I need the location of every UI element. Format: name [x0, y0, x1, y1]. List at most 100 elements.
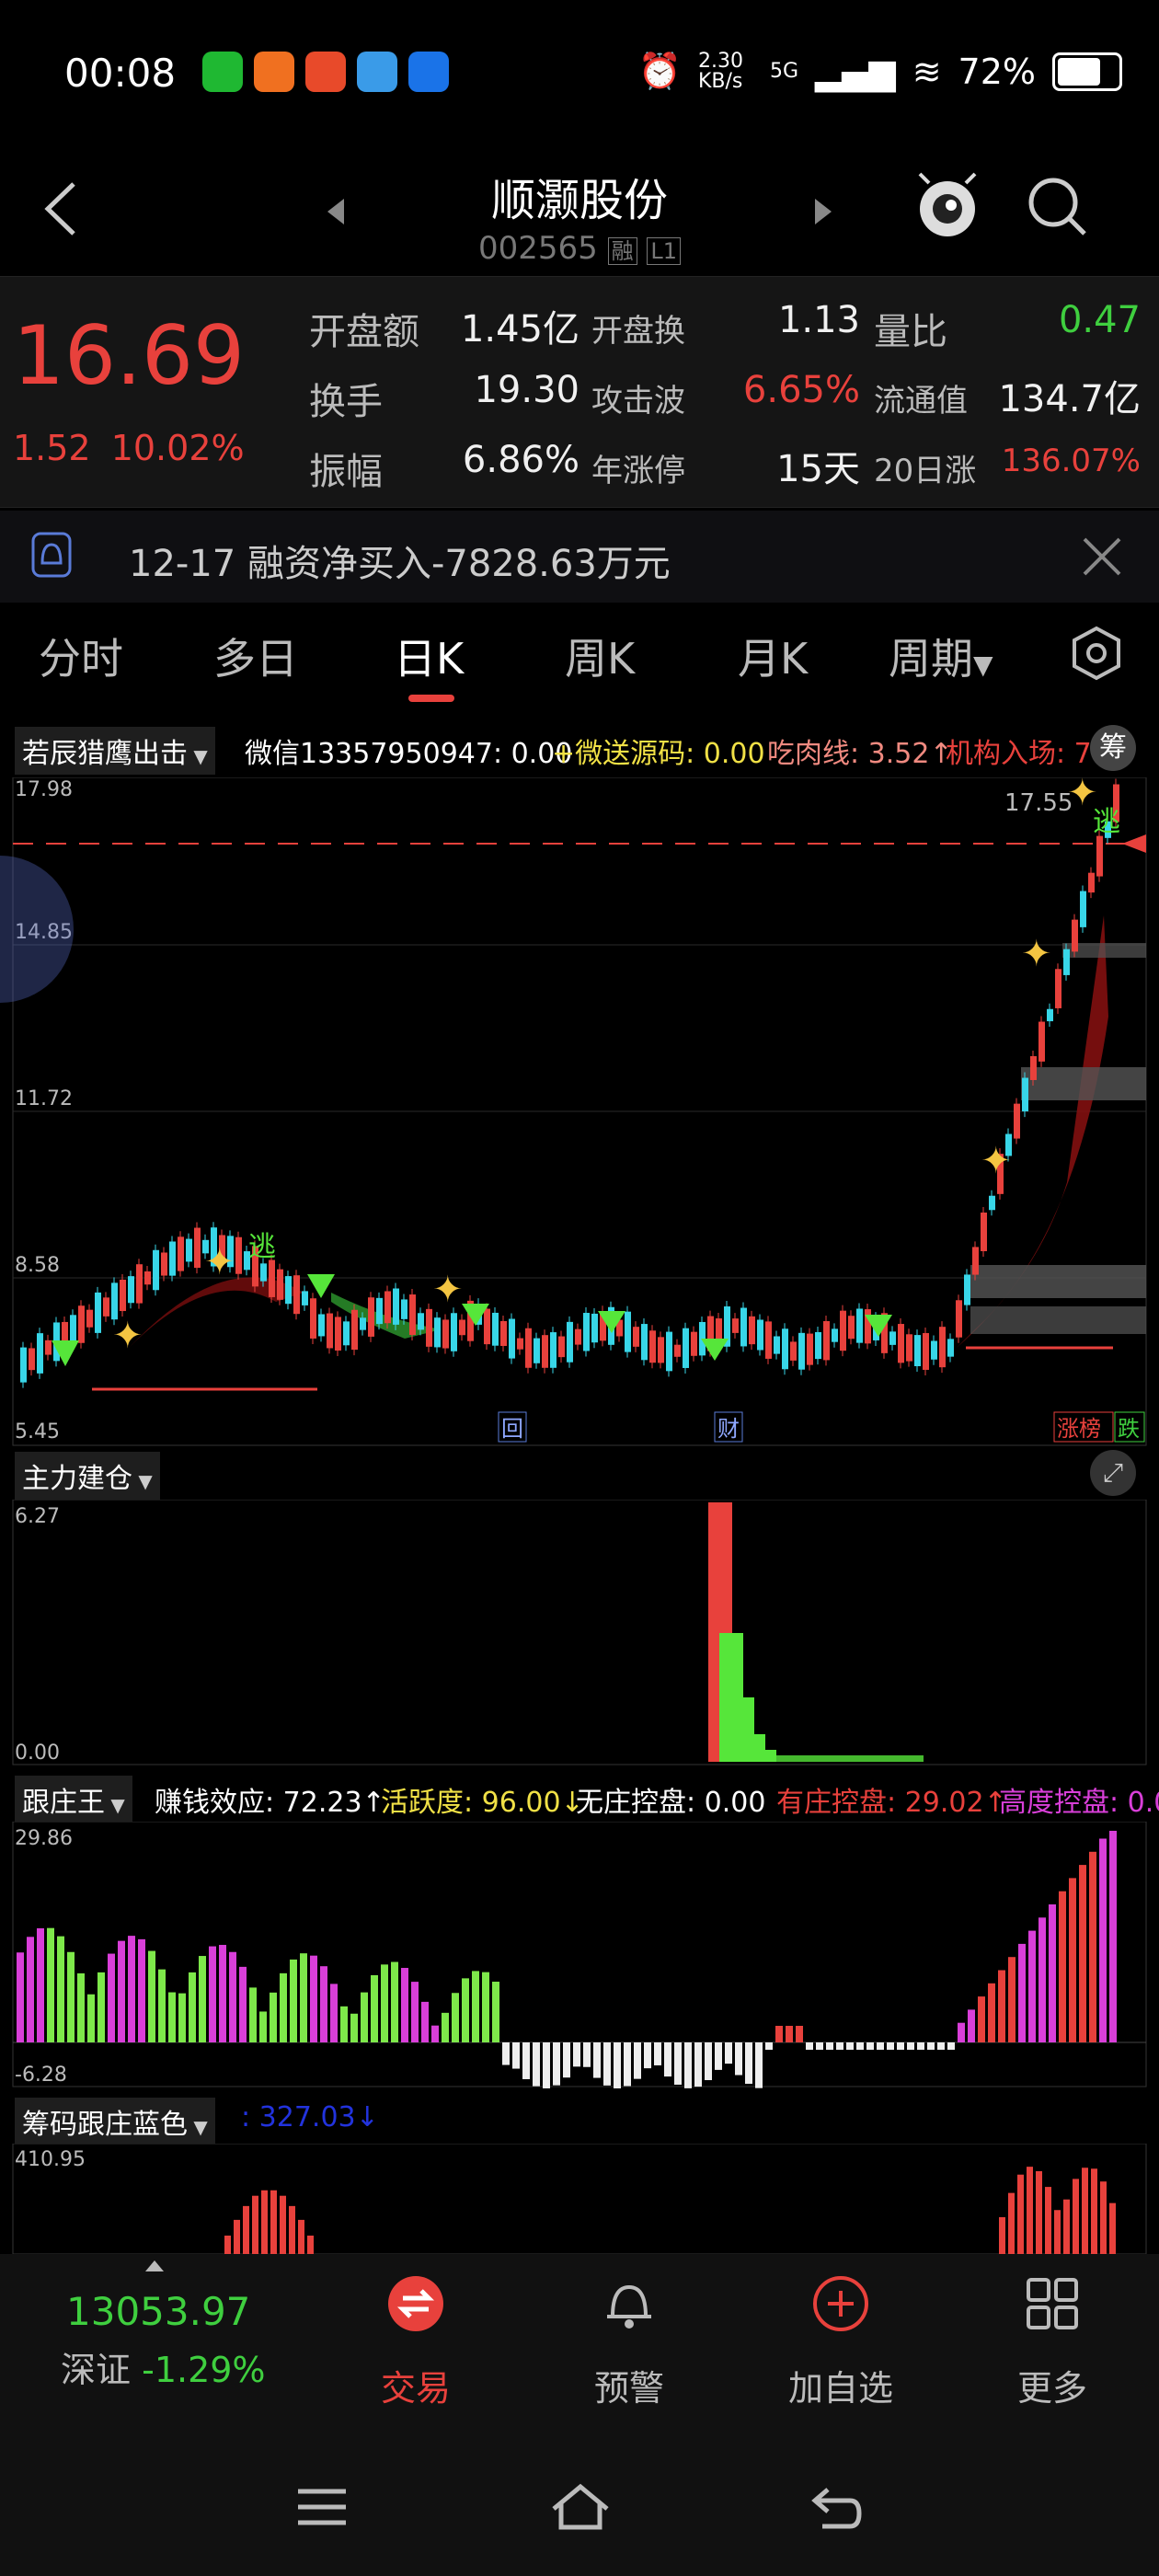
- menu-icon[interactable]: [294, 2484, 350, 2530]
- margin-badge: 融: [607, 237, 637, 265]
- candle-body: [78, 1305, 85, 1343]
- chips-button[interactable]: 筹: [1090, 725, 1136, 771]
- dealer-bar: [624, 2042, 631, 2087]
- candle-body: [823, 1321, 830, 1361]
- panel4-selector[interactable]: 筹码跟庄蓝色 ▼: [15, 2098, 215, 2145]
- nav-add-watchlist[interactable]: 加自选: [767, 2360, 914, 2410]
- dealer-bar: [917, 2042, 924, 2050]
- tab-weekly-k[interactable]: 周K: [565, 626, 635, 686]
- dealer-bar: [67, 1951, 75, 2042]
- nav-trade[interactable]: 交易: [342, 2360, 489, 2410]
- candle-body: [749, 1316, 755, 1345]
- dealer-bar: [816, 2042, 823, 2050]
- dealer-bar: [371, 1974, 378, 2042]
- indicator-selector[interactable]: 若辰猎鹰出击 ▼: [15, 727, 215, 775]
- candle-body: [86, 1309, 93, 1328]
- tab-period[interactable]: 周期▼: [889, 626, 993, 686]
- tab-multiday[interactable]: 多日: [213, 626, 298, 686]
- add-watchlist-icon[interactable]: [811, 2274, 870, 2333]
- notice-text[interactable]: 12-17 融资净买入-7828.63万元: [129, 534, 671, 587]
- dealer-bar: [239, 1966, 247, 2042]
- indicator-value-3: 吃肉线: 3.52↑: [767, 738, 953, 770]
- bell-notice-icon: [31, 532, 72, 578]
- candlestick-chart[interactable]: ✦ ✦ ✦ ✦ ✦ ✦ 逃 逃 17.98 14.85 11.72 8.58 5…: [0, 777, 1159, 1449]
- tab-period-label: 周期: [889, 634, 973, 684]
- dealer-bar: [138, 1938, 145, 2042]
- panel3-selector[interactable]: 跟庄王 ▼: [15, 1776, 132, 1823]
- bell-icon[interactable]: [600, 2274, 659, 2333]
- dealer-bar: [361, 1992, 368, 2042]
- bar-green: [719, 1633, 743, 1762]
- trade-icon[interactable]: [386, 2274, 445, 2333]
- buy-marker-icon: ✦: [112, 1315, 143, 1357]
- dealer-bar: [1099, 1838, 1107, 2042]
- status-time: 00:08: [64, 51, 177, 96]
- dealer-bar: [502, 2042, 510, 2065]
- stat-value: 6.86%: [462, 439, 580, 481]
- dealer-bar: [745, 2042, 752, 2084]
- chip-bar: [1063, 2199, 1070, 2254]
- nav-more[interactable]: 更多: [979, 2360, 1126, 2410]
- stat-label: 量比: [874, 311, 947, 353]
- candle-body: [914, 1335, 921, 1366]
- candle-body: [318, 1314, 325, 1337]
- close-icon[interactable]: [1081, 535, 1123, 578]
- dealer-bar: [57, 1936, 64, 2042]
- stock-code: 002565 融 L1: [0, 230, 1159, 267]
- home-icon[interactable]: [548, 2479, 613, 2535]
- status-right: ⏰ 2.30 KB/s 5G ▂▄▆ ≋ 72%: [638, 51, 1122, 92]
- signal-label: 5G: [769, 60, 799, 83]
- candle-body: [964, 1274, 970, 1305]
- candle-body: [765, 1321, 772, 1359]
- dealer-bar: [189, 1972, 196, 2042]
- dealer-bar: [553, 2042, 560, 2086]
- candle-body: [20, 1347, 27, 1383]
- page-title: 顺灏股份: [490, 175, 668, 226]
- candle-body: [401, 1299, 407, 1319]
- dealer-bar: [533, 2042, 540, 2087]
- back-nav-icon[interactable]: [809, 2482, 865, 2534]
- grid-more-icon[interactable]: [1023, 2274, 1082, 2333]
- price-change: 1.52 10.02%: [13, 428, 245, 468]
- dealer-bar: [877, 2042, 884, 2050]
- dealer-bar: [229, 1951, 236, 2042]
- candle-body: [832, 1328, 838, 1342]
- candle-body: [153, 1249, 159, 1291]
- nav-alert[interactable]: 预警: [556, 2360, 703, 2410]
- candle-body: [691, 1331, 697, 1356]
- dealer-bar: [1069, 1878, 1076, 2042]
- expand-icon[interactable]: ⤢: [1090, 1450, 1136, 1496]
- tab-monthly-k[interactable]: 月K: [738, 626, 808, 686]
- dealer-bar: [684, 2042, 692, 2088]
- panel4-y-top: 410.95: [15, 2148, 86, 2171]
- tab-daily-k[interactable]: 日K: [394, 626, 464, 686]
- search-icon[interactable]: [1026, 175, 1090, 239]
- index-info[interactable]: 深证 -1.29%: [61, 2341, 266, 2392]
- candle-body: [798, 1332, 805, 1370]
- chip-bar: [1082, 2168, 1088, 2254]
- panel2-selector[interactable]: 主力建仓 ▼: [15, 1452, 160, 1500]
- dealer-bar: [1109, 1831, 1117, 2042]
- candle-body: [732, 1318, 739, 1333]
- notification-icons: [202, 52, 449, 92]
- settings-hexagon-icon[interactable]: [1069, 626, 1124, 681]
- tab-intraday[interactable]: 分时: [39, 626, 123, 686]
- dealer-bar: [47, 1927, 54, 2042]
- dealer-bar: [654, 2042, 661, 2065]
- chip-bar: [1008, 2192, 1015, 2254]
- candle-body: [534, 1338, 540, 1363]
- candle-body: [1072, 919, 1078, 952]
- robot-assistant-icon[interactable]: [911, 170, 984, 244]
- next-stock-icon[interactable]: [809, 193, 837, 230]
- dealer-bar: [259, 2011, 267, 2042]
- candle-body: [1039, 1021, 1045, 1062]
- alipay-icon: [408, 52, 449, 92]
- chip-bar: [1054, 2210, 1061, 2254]
- stat-value: 0.47: [1058, 299, 1141, 341]
- dealer-bar: [836, 2042, 843, 2050]
- caret-up-icon: [145, 2260, 164, 2271]
- candle-body: [981, 1213, 987, 1251]
- stat-label: 开盘换: [591, 313, 685, 350]
- dealer-bar: [796, 2026, 803, 2042]
- index-value[interactable]: 13053.97: [66, 2289, 250, 2334]
